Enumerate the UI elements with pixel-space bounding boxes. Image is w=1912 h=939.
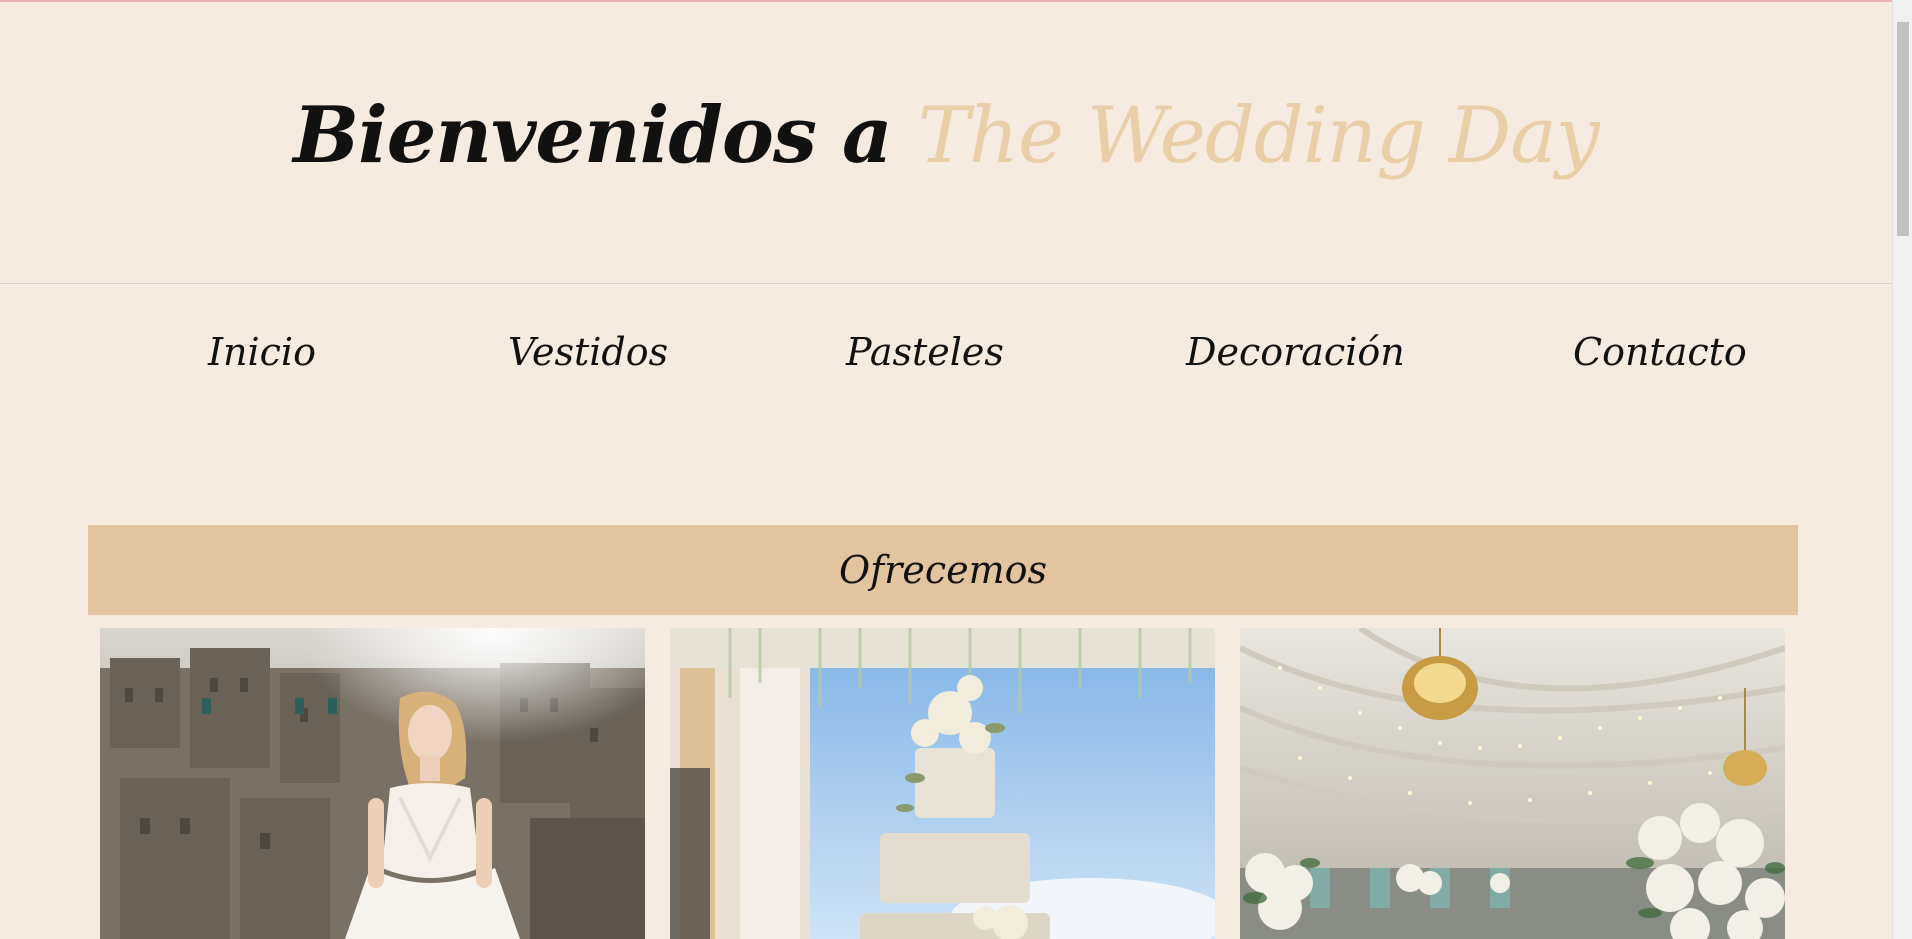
decoration-image bbox=[1240, 628, 1785, 939]
wedding-dress-image bbox=[100, 628, 645, 939]
title-prefix: Bienvenidos a bbox=[293, 90, 892, 181]
wedding-cake-image bbox=[670, 628, 1215, 939]
nav-item-vestidos[interactable]: Vestidos bbox=[508, 330, 668, 374]
page-title: Bienvenidos a The Wedding Day bbox=[293, 90, 1600, 181]
section-title: Ofrecemos bbox=[838, 548, 1048, 592]
card-decoration[interactable] bbox=[1240, 628, 1785, 939]
title-brand: The Wedding Day bbox=[917, 91, 1600, 181]
nav-item-contacto[interactable]: Contacto bbox=[1573, 330, 1747, 374]
vertical-scrollbar[interactable] bbox=[1892, 0, 1912, 939]
nav-item-decoracion[interactable]: Decoración bbox=[1186, 330, 1405, 374]
card-wedding-dress[interactable] bbox=[100, 628, 645, 939]
page: Bienvenidos a The Wedding Day Inicio Ves… bbox=[0, 0, 1892, 939]
hero-header: Bienvenidos a The Wedding Day bbox=[0, 6, 1892, 284]
card-wedding-cake[interactable] bbox=[670, 628, 1215, 939]
nav-item-pasteles[interactable]: Pasteles bbox=[846, 330, 1004, 374]
scrollbar-thumb[interactable] bbox=[1897, 22, 1909, 236]
nav-item-inicio[interactable]: Inicio bbox=[208, 330, 316, 374]
main-nav: Inicio Vestidos Pasteles Decoración Cont… bbox=[0, 330, 1892, 390]
section-header: Ofrecemos bbox=[88, 525, 1798, 615]
